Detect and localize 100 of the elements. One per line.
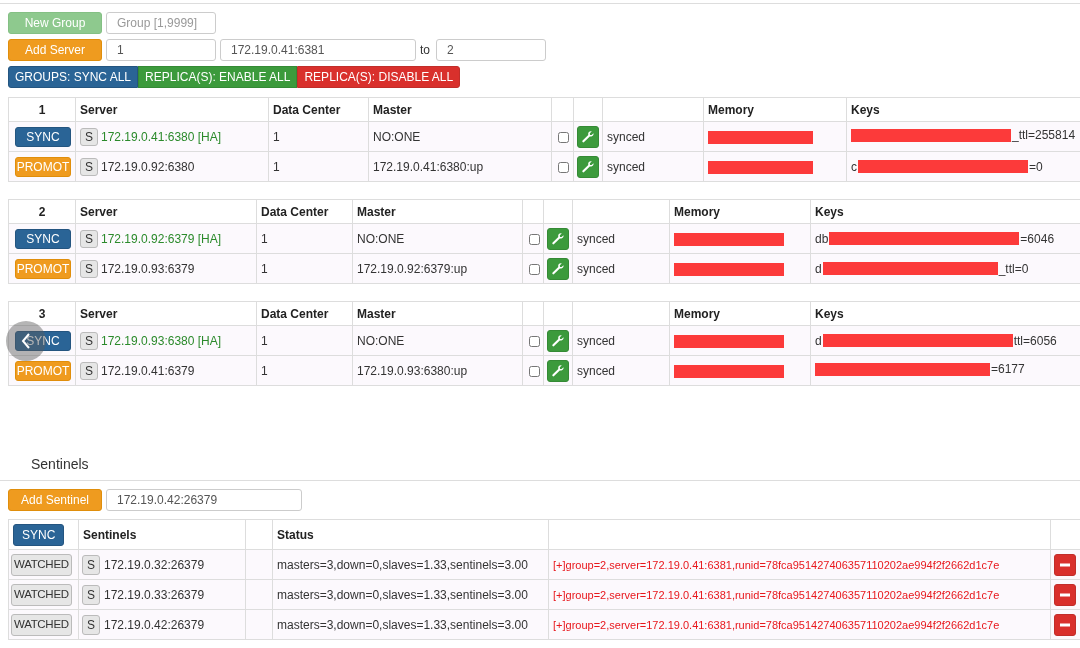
sentinel-address-field[interactable]: 172.19.0.42:26379 bbox=[106, 489, 302, 511]
sentinel-status: masters=3,down=0,slaves=1.33,sentinels=3.00 bbox=[277, 587, 528, 602]
minus-icon bbox=[1060, 592, 1070, 597]
server-address: 172.19.0.41:6379 bbox=[101, 363, 195, 378]
keys-value: =6177 bbox=[991, 362, 1025, 377]
wrench-icon bbox=[581, 129, 595, 144]
master-value: NO:ONE bbox=[373, 129, 421, 144]
server-stats-button[interactable]: S bbox=[80, 361, 98, 380]
wrench-icon bbox=[551, 333, 565, 348]
column-header: Master bbox=[373, 102, 412, 117]
sync-status: synced bbox=[577, 231, 616, 246]
server-action-button[interactable]: SYNC bbox=[15, 330, 71, 351]
server-checkbox[interactable] bbox=[558, 161, 569, 173]
watched-button[interactable]: WATCHED bbox=[11, 583, 72, 606]
sentinel-stats-button[interactable]: S bbox=[82, 554, 100, 575]
group-id-field[interactable]: Group [1,9999] bbox=[106, 12, 216, 34]
server-address: 172.19.0.92:6380 bbox=[101, 159, 195, 174]
sentinel-address: 172.19.0.42:26379 bbox=[104, 617, 205, 632]
group-number: 1 bbox=[38, 102, 46, 117]
keys-value: d bbox=[815, 261, 822, 276]
column-header: Sentinels bbox=[83, 527, 137, 542]
section-title: Sentinels bbox=[0, 456, 1080, 481]
data-center-value: 1 bbox=[261, 333, 268, 348]
data-center-value: 1 bbox=[261, 261, 268, 276]
repair-button[interactable] bbox=[577, 155, 599, 178]
keys-value: c bbox=[851, 159, 857, 174]
data-center-value: 1 bbox=[261, 363, 268, 378]
server-checkbox[interactable] bbox=[529, 365, 540, 377]
server-stats-button[interactable]: S bbox=[80, 157, 98, 176]
server-checkbox[interactable] bbox=[558, 131, 569, 143]
remove-button[interactable] bbox=[1054, 613, 1076, 636]
sync-button[interactable]: SYNC bbox=[13, 523, 65, 546]
wrench-icon bbox=[581, 159, 595, 174]
group-number-field[interactable]: 1 bbox=[106, 39, 216, 61]
sync-status: synced bbox=[577, 333, 616, 348]
column-header: Memory bbox=[708, 102, 754, 117]
watched-button[interactable]: WATCHED bbox=[11, 553, 72, 576]
column-header: Memory bbox=[674, 204, 720, 219]
sync-status: synced bbox=[577, 363, 616, 378]
server-checkbox[interactable] bbox=[529, 335, 540, 347]
bulk-action-button[interactable]: REPLICA(S): DISABLE ALL bbox=[297, 66, 461, 88]
monitored-group-detail: [+]group=2,server=172.19.0.41:6381,runid=78fca951427406357110202ae994f2f2662d1c7e bbox=[553, 558, 1000, 571]
repair-button[interactable] bbox=[547, 359, 569, 382]
target-group-field[interactable]: 2 bbox=[436, 39, 546, 61]
to-label: to bbox=[420, 43, 430, 57]
wrench-icon bbox=[551, 363, 565, 378]
wrench-icon bbox=[551, 261, 565, 276]
server-checkbox[interactable] bbox=[529, 263, 540, 275]
master-value: NO:ONE bbox=[357, 231, 405, 246]
watched-button[interactable]: WATCHED bbox=[11, 613, 72, 636]
column-header: Data Center bbox=[273, 102, 341, 117]
sentinel-address: 172.19.0.32:26379 bbox=[104, 557, 205, 572]
server-address: 172.19.0.41:6380 [HA] bbox=[101, 129, 222, 144]
monitored-group-detail: [+]group=2,server=172.19.0.41:6381,runid=78fca951427406357110202ae994f2f2662d1c7e bbox=[553, 618, 1000, 631]
repair-button[interactable] bbox=[547, 329, 569, 352]
keys-value: =6046 bbox=[1020, 231, 1055, 246]
data-center-value: 1 bbox=[273, 159, 280, 174]
repair-button[interactable] bbox=[547, 257, 569, 280]
bulk-action-button[interactable]: REPLICA(S): ENABLE ALL bbox=[138, 66, 298, 88]
server-action-button[interactable]: SYNC bbox=[15, 126, 71, 147]
monitored-group-detail: [+]group=2,server=172.19.0.41:6381,runid=78fca951427406357110202ae994f2f2662d1c7e bbox=[553, 588, 1000, 601]
sentinel-address: 172.19.0.33:26379 bbox=[104, 587, 205, 602]
master-value: 172.19.0.93:6380:up bbox=[357, 363, 468, 378]
master-value: 172.19.0.92:6379:up bbox=[357, 261, 468, 276]
group-number: 3 bbox=[38, 306, 46, 321]
column-header: Server bbox=[80, 102, 118, 117]
master-value: 172.19.0.41:6380:up bbox=[373, 159, 484, 174]
sentinel-stats-button[interactable]: S bbox=[82, 584, 100, 605]
master-value: NO:ONE bbox=[357, 333, 405, 348]
sentinel-stats-button[interactable]: S bbox=[82, 614, 100, 635]
server-address: 172.19.0.92:6379 [HA] bbox=[101, 231, 222, 246]
column-header: Master bbox=[357, 204, 396, 219]
sentinel-status: masters=3,down=0,slaves=1.33,sentinels=3.00 bbox=[277, 617, 528, 632]
remove-button[interactable] bbox=[1054, 553, 1076, 576]
repair-button[interactable] bbox=[577, 125, 599, 148]
column-header: Data Center bbox=[261, 306, 329, 321]
wrench-icon bbox=[551, 231, 565, 246]
column-header: Master bbox=[357, 306, 396, 321]
server-checkbox[interactable] bbox=[529, 233, 540, 245]
data-center-value: 1 bbox=[261, 231, 268, 246]
minus-icon bbox=[1060, 562, 1070, 567]
bulk-action-button[interactable]: GROUPS: SYNC ALL bbox=[8, 66, 139, 88]
column-header: Keys bbox=[815, 204, 844, 219]
keys-value: _ttl=0 bbox=[998, 261, 1029, 276]
server-stats-button[interactable]: S bbox=[80, 229, 98, 248]
repair-button[interactable] bbox=[547, 227, 569, 250]
group-number: 2 bbox=[38, 204, 46, 219]
sync-status: synced bbox=[577, 261, 616, 276]
column-header: Data Center bbox=[261, 204, 329, 219]
remove-button[interactable] bbox=[1054, 583, 1076, 606]
server-stats-button[interactable]: S bbox=[80, 127, 98, 146]
keys-value: ttl=6056 bbox=[1013, 333, 1057, 348]
keys-value: d bbox=[815, 333, 822, 348]
server-stats-button[interactable]: S bbox=[80, 331, 98, 350]
server-address-field[interactable]: 172.19.0.41:6381 bbox=[220, 39, 416, 61]
server-stats-button[interactable]: S bbox=[80, 259, 98, 278]
keys-value: _ttl=255814 bbox=[1012, 128, 1076, 143]
column-header: Server bbox=[80, 306, 118, 321]
server-action-button[interactable]: SYNC bbox=[15, 228, 71, 249]
column-header: Status bbox=[277, 527, 314, 542]
